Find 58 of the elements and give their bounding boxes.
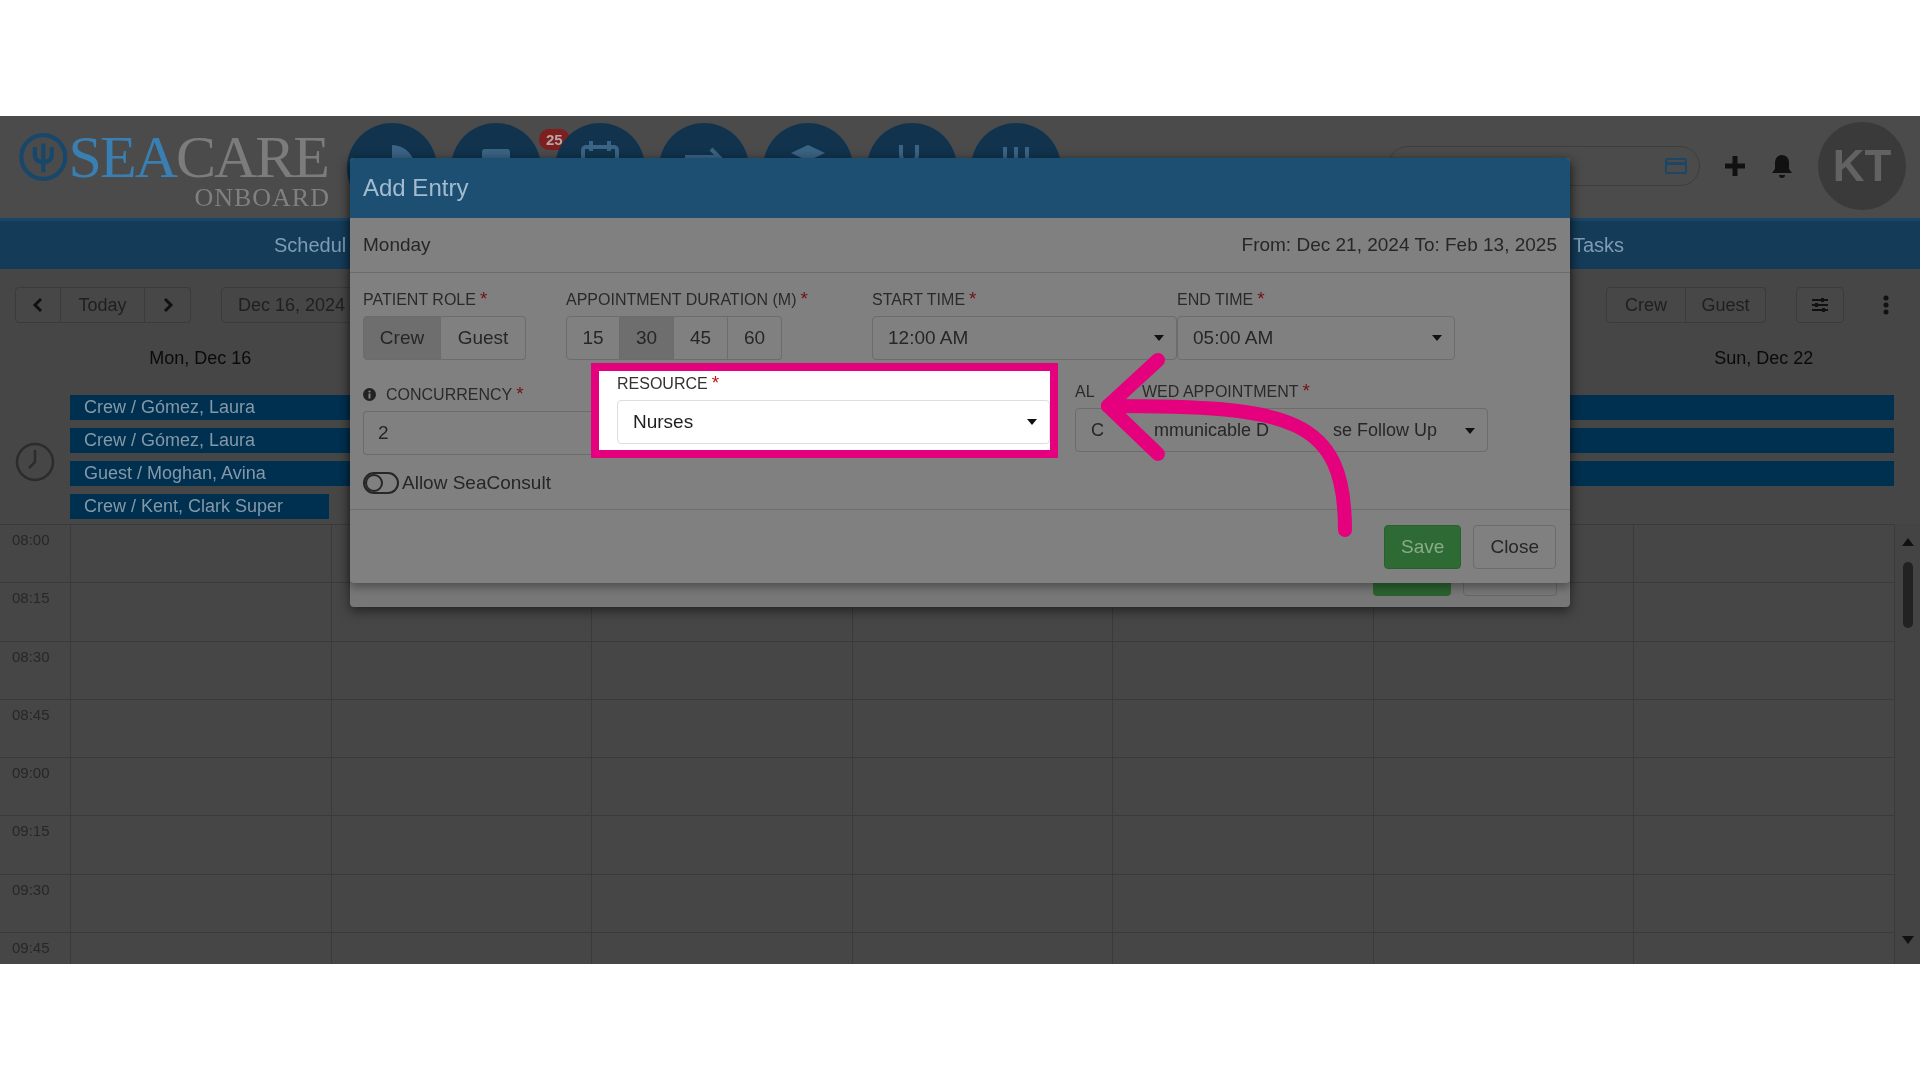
field-label: START TIME	[872, 291, 966, 309]
next-button[interactable]	[145, 287, 191, 323]
clock-icon	[15, 442, 55, 482]
required-mark: *	[1302, 383, 1310, 399]
required-mark: *	[969, 291, 977, 307]
close-button[interactable]: Close	[1473, 524, 1556, 569]
field-label: AL	[1075, 383, 1096, 401]
previous-button[interactable]	[15, 287, 61, 323]
field-label: RESOURCE	[617, 375, 708, 393]
required-mark: *	[479, 291, 488, 307]
select-value: C	[1091, 419, 1104, 442]
segment-button[interactable]: Crew	[363, 316, 441, 360]
chevron-right-icon	[161, 297, 174, 313]
time-select[interactable]: 05:00 AM	[1177, 316, 1455, 360]
segment-button[interactable]: 60	[728, 316, 782, 360]
day-name: Monday	[363, 234, 431, 256]
menu-item[interactable]: Tasks	[1573, 233, 1920, 257]
segment-button[interactable]: Guest	[441, 316, 526, 360]
segment-button[interactable]: 15	[566, 316, 620, 360]
toggle-switch[interactable]	[363, 472, 399, 494]
card-icon[interactable]	[1665, 158, 1687, 174]
select-value: mmunicable D	[1154, 419, 1270, 442]
event-bar[interactable]: Crew / Kent, Clark Super	[70, 494, 329, 519]
day-header: Mon, Dec 16	[148, 347, 253, 369]
segment-button[interactable]: 30	[620, 316, 674, 360]
dialog-title: Add Entry	[363, 174, 469, 202]
chevron-left-icon	[32, 297, 44, 313]
time-select[interactable]: 12:00 AM	[872, 316, 1177, 360]
notification-bell-icon[interactable]	[1770, 153, 1794, 179]
logo-text: CARE	[175, 129, 328, 185]
field-label: END TIME	[1177, 291, 1254, 309]
required-mark: *	[800, 291, 808, 307]
caret-icon	[1154, 335, 1164, 341]
info-icon[interactable]	[363, 388, 376, 401]
select-value: 12:00 AM	[888, 327, 969, 349]
select-value: Nurses	[633, 411, 694, 433]
caret-icon	[1465, 428, 1475, 434]
toggle-label: Allow SeaConsult	[402, 472, 551, 494]
segment-button[interactable]: 45	[674, 316, 728, 360]
save-button[interactable]: Save	[1384, 524, 1462, 569]
day-header: Sun, Dec 22	[1713, 347, 1815, 369]
required-mark: *	[711, 375, 720, 391]
filter-settings-button[interactable]	[1796, 287, 1844, 323]
logo-text: SEA	[68, 129, 176, 185]
select-value: 05:00 AM	[1193, 327, 1274, 349]
more-options-icon[interactable]	[1882, 295, 1890, 315]
field-label: CONCURRENCY	[386, 386, 513, 404]
date-range-text: From: Dec 21, 2024 To: Feb 13, 2025	[1241, 234, 1557, 256]
required-mark: *	[516, 386, 524, 402]
number-field[interactable]: 2	[363, 411, 591, 455]
required-mark: *	[1257, 291, 1265, 307]
select-value: se Follow Up	[1333, 419, 1438, 442]
plus-icon[interactable]	[1724, 155, 1746, 177]
field-label: WED APPOINTMENT	[1142, 383, 1299, 401]
caret-icon	[1432, 335, 1442, 341]
sliders-icon	[1811, 297, 1829, 313]
field-label: APPOINTMENT DURATION (M)	[566, 291, 797, 309]
resource-select[interactable]: Nurses	[617, 400, 1050, 444]
